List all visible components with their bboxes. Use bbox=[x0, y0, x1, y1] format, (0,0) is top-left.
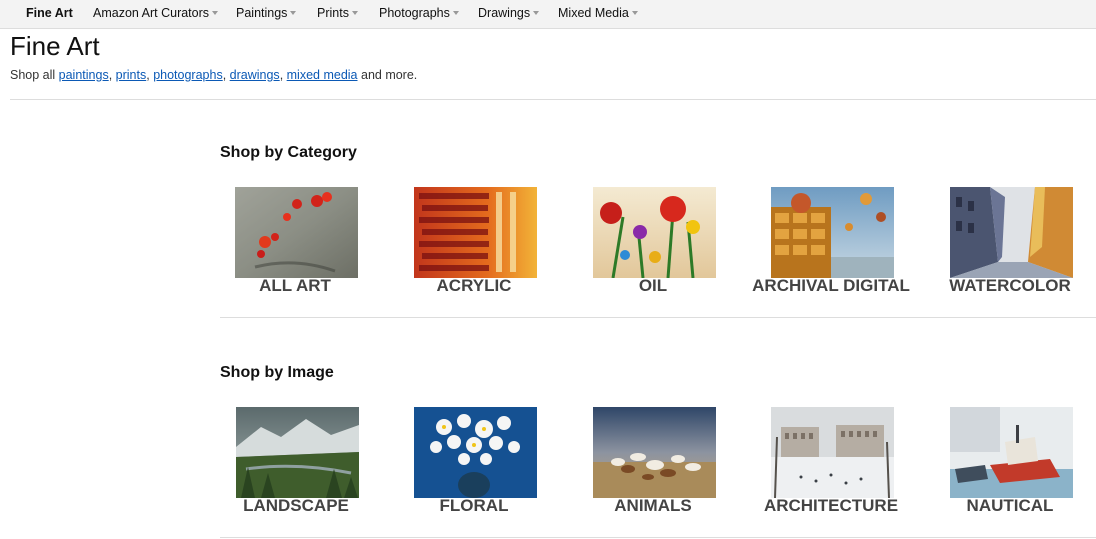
orange-letter-art-thumbnail[interactable] bbox=[414, 187, 537, 278]
nav-item-label: Photographs bbox=[379, 6, 450, 20]
nav-item-label: Prints bbox=[317, 6, 349, 20]
nav-item-amazon-art-curators[interactable]: Amazon Art Curators bbox=[93, 6, 219, 20]
tile-label[interactable]: NAUTICAL bbox=[910, 496, 1096, 516]
tile-label[interactable]: ARCHITECTURE bbox=[731, 496, 931, 516]
divider bbox=[10, 99, 1096, 100]
tile-label[interactable]: ACRYLIC bbox=[374, 276, 574, 296]
balloons-drawers-thumbnail[interactable] bbox=[771, 187, 894, 278]
divider bbox=[220, 537, 1096, 538]
chevron-down-icon bbox=[212, 10, 219, 15]
nav-item-label: Fine Art bbox=[26, 6, 73, 20]
tile-label[interactable]: ALL ART bbox=[195, 276, 395, 296]
link-prints[interactable]: prints bbox=[116, 68, 147, 82]
link-paintings[interactable]: paintings bbox=[59, 68, 109, 82]
white-daisies-vase-thumbnail[interactable] bbox=[414, 407, 537, 498]
chevron-down-icon bbox=[533, 10, 540, 15]
nav-item-drawings[interactable]: Drawings bbox=[478, 6, 540, 20]
nav-item-prints[interactable]: Prints bbox=[317, 6, 358, 20]
nav-item-mixed-media[interactable]: Mixed Media bbox=[558, 6, 638, 20]
image-tile-architecture[interactable]: ARCHITECTURE bbox=[751, 407, 911, 521]
tile-label[interactable]: ANIMALS bbox=[553, 496, 753, 516]
chevron-down-icon bbox=[351, 10, 358, 15]
chevron-down-icon bbox=[290, 10, 297, 15]
top-nav: Fine Art Amazon Art Curators Paintings P… bbox=[0, 0, 1096, 29]
category-tile-acrylic[interactable]: ACRYLIC bbox=[394, 187, 554, 301]
nav-item-label: Paintings bbox=[236, 6, 288, 20]
nav-item-photographs[interactable]: Photographs bbox=[379, 6, 459, 20]
tile-label[interactable]: ARCHIVAL DIGITAL bbox=[731, 276, 931, 296]
tile-label[interactable]: FLORAL bbox=[374, 496, 574, 516]
nav-item-paintings[interactable]: Paintings bbox=[236, 6, 297, 20]
link-drawings[interactable]: drawings bbox=[230, 68, 280, 82]
chevron-down-icon bbox=[631, 10, 638, 15]
image-tile-nautical[interactable]: NAUTICAL bbox=[930, 407, 1090, 521]
red-flowers-abstract-thumbnail[interactable] bbox=[235, 187, 358, 278]
section-title-image: Shop by Image bbox=[220, 364, 334, 381]
nav-item-label: Mixed Media bbox=[558, 6, 629, 20]
category-tile-archival-digital[interactable]: ARCHIVAL DIGITAL bbox=[751, 187, 911, 301]
divider bbox=[220, 317, 1096, 318]
poppies-oil-thumbnail[interactable] bbox=[593, 187, 716, 278]
link-mixed-media[interactable]: mixed media bbox=[287, 68, 358, 82]
nav-item-label: Amazon Art Curators bbox=[93, 6, 210, 20]
page-subtitle: Shop all paintings, prints, photographs,… bbox=[10, 68, 418, 82]
section-title-category: Shop by Category bbox=[220, 144, 357, 161]
nav-item-label: Drawings bbox=[478, 6, 531, 20]
image-tile-animals[interactable]: ANIMALS bbox=[573, 407, 733, 521]
nav-item-fine-art[interactable]: Fine Art bbox=[26, 6, 73, 20]
subtitle-prefix: Shop all bbox=[10, 68, 59, 82]
running-horses-thumbnail[interactable] bbox=[593, 407, 716, 498]
image-tile-landscape[interactable]: LANDSCAPE bbox=[216, 407, 376, 521]
link-photographs[interactable]: photographs bbox=[153, 68, 223, 82]
tile-label[interactable]: LANDSCAPE bbox=[196, 496, 396, 516]
page-title: Fine Art bbox=[10, 31, 100, 61]
tile-label[interactable]: WATERCOLOR bbox=[910, 276, 1096, 296]
subtitle-suffix: and more. bbox=[357, 68, 418, 82]
harbor-boats-thumbnail[interactable] bbox=[950, 407, 1073, 498]
mountain-forest-thumbnail[interactable] bbox=[236, 407, 359, 498]
category-tile-oil[interactable]: OIL bbox=[573, 187, 733, 301]
category-tile-all-art[interactable]: ALL ART bbox=[215, 187, 375, 301]
winter-palace-thumbnail[interactable] bbox=[771, 407, 894, 498]
category-tile-watercolor[interactable]: WATERCOLOR bbox=[930, 187, 1090, 301]
street-watercolor-thumbnail[interactable] bbox=[950, 187, 1073, 278]
image-tile-floral[interactable]: FLORAL bbox=[394, 407, 554, 521]
tile-label[interactable]: OIL bbox=[553, 276, 753, 296]
chevron-down-icon bbox=[452, 10, 459, 15]
